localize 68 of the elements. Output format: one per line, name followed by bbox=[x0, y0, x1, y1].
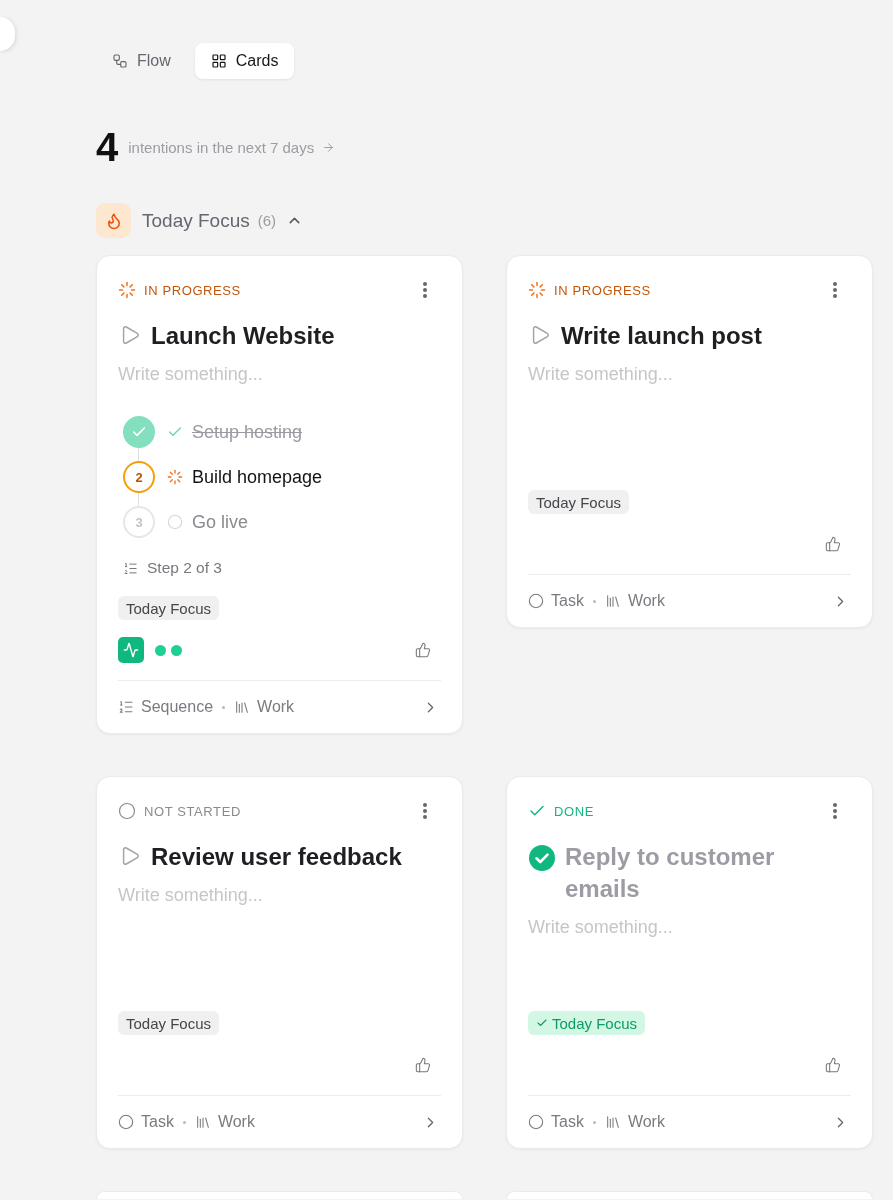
library-icon bbox=[604, 593, 621, 609]
section-title: Today Focus bbox=[142, 209, 250, 232]
tag[interactable]: Today Focus bbox=[528, 490, 630, 514]
type-label: Task bbox=[141, 1113, 174, 1131]
type-label: Task bbox=[551, 1113, 584, 1131]
step-label: Setup hosting bbox=[192, 421, 303, 443]
section-count: (6) bbox=[257, 212, 277, 229]
arrow-right-icon[interactable] bbox=[322, 140, 336, 154]
area-label: Work bbox=[217, 1113, 255, 1131]
check-icon bbox=[536, 1017, 548, 1029]
spinner-icon bbox=[118, 281, 136, 299]
library-icon bbox=[194, 1114, 211, 1130]
view-tab[interactable]: Flow bbox=[96, 43, 187, 79]
status-label: DONE bbox=[554, 803, 594, 819]
circle-icon bbox=[167, 514, 183, 530]
thumbs-up-icon[interactable] bbox=[825, 536, 841, 552]
library-icon bbox=[234, 699, 251, 715]
circle-icon bbox=[528, 1114, 544, 1130]
separator-dot-icon bbox=[592, 599, 596, 603]
description-field[interactable]: Write something... bbox=[118, 881, 441, 909]
more-vertical-icon bbox=[423, 282, 427, 298]
separator-dot-icon bbox=[592, 1120, 596, 1124]
step-label: Build homepage bbox=[192, 466, 323, 488]
area-label: Work bbox=[627, 592, 665, 610]
type-label: Sequence bbox=[141, 698, 214, 716]
thumbs-up-icon[interactable] bbox=[415, 642, 431, 658]
numbered-list-icon bbox=[123, 560, 138, 576]
step-label: Go live bbox=[192, 511, 249, 533]
circle-icon bbox=[528, 593, 544, 609]
intention-count: 4 bbox=[96, 124, 119, 171]
progress-text: Step 2 of 3 bbox=[147, 559, 222, 577]
more-vertical-icon bbox=[833, 282, 837, 298]
type-label: Task bbox=[551, 592, 584, 610]
card-title: Launch Website bbox=[151, 321, 335, 351]
description-field[interactable]: Write something... bbox=[528, 913, 851, 941]
area-label: Work bbox=[257, 698, 295, 716]
step-number: 2 bbox=[123, 461, 155, 493]
spinner-icon bbox=[167, 469, 183, 485]
activity-icon[interactable] bbox=[118, 637, 144, 663]
status-label: IN PROGRESS bbox=[554, 282, 651, 298]
status-label: NOT STARTED bbox=[144, 803, 241, 819]
thumbs-up-icon[interactable] bbox=[825, 1057, 841, 1073]
circle-icon bbox=[118, 802, 136, 820]
description-field[interactable]: Write something... bbox=[118, 360, 441, 388]
tag[interactable]: Today Focus bbox=[118, 596, 220, 620]
more-vertical-icon bbox=[423, 803, 427, 819]
card-title: Reply to customer emails bbox=[565, 842, 776, 904]
separator-dot-icon bbox=[182, 1120, 186, 1124]
check-circle-icon[interactable] bbox=[529, 845, 555, 871]
spinner-icon bbox=[528, 281, 546, 299]
nodes-icon bbox=[112, 53, 128, 69]
grid-icon bbox=[210, 53, 227, 69]
card-title: Write launch post bbox=[561, 321, 762, 351]
area-label: Work bbox=[627, 1113, 665, 1131]
more-vertical-icon bbox=[833, 803, 837, 819]
library-icon bbox=[604, 1114, 621, 1130]
circle-icon bbox=[118, 1114, 134, 1130]
status-label: IN PROGRESS bbox=[144, 282, 241, 298]
description-field[interactable]: Write something... bbox=[528, 360, 851, 388]
card-title: Review user feedback bbox=[151, 842, 402, 872]
separator-dot-icon bbox=[222, 705, 226, 709]
view-tab[interactable]: Cards bbox=[194, 43, 295, 79]
tag[interactable]: Today Focus bbox=[118, 1011, 220, 1035]
flame-icon bbox=[96, 203, 131, 238]
thumbs-up-icon[interactable] bbox=[415, 1057, 431, 1073]
edge-toggle-button[interactable] bbox=[0, 17, 15, 51]
step-number: 3 bbox=[123, 506, 155, 538]
numbered-list-icon bbox=[118, 699, 134, 715]
